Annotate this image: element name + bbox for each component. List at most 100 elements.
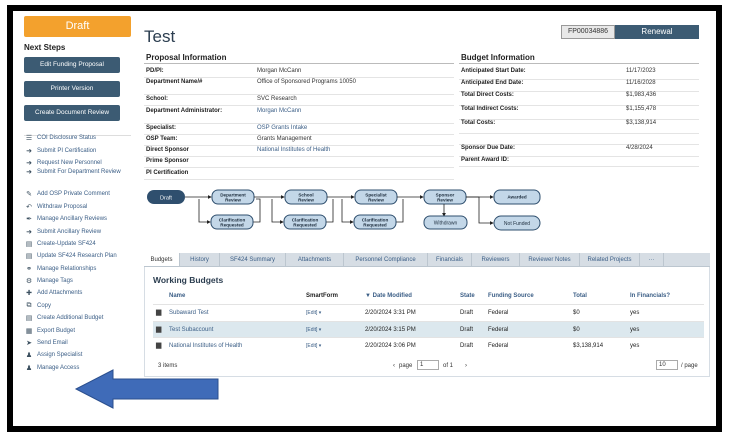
export-icon: ▦ bbox=[25, 327, 33, 335]
annotation-arrow bbox=[74, 369, 219, 409]
column-header[interactable]: Funding Source bbox=[488, 293, 534, 299]
step-item[interactable]: ▦ Export Budget bbox=[25, 324, 137, 336]
printer-version-button[interactable]: Printer Version bbox=[24, 81, 120, 97]
step-item[interactable]: ⧉ Copy bbox=[25, 300, 137, 312]
info-key: Direct Sponsor bbox=[146, 147, 190, 154]
step-item[interactable]: ▤ Create-Update SF424 bbox=[25, 238, 137, 250]
info-value[interactable]: OSP Grants Intake bbox=[257, 125, 367, 132]
info-key: OSP Team: bbox=[146, 136, 178, 142]
page-prev-icon[interactable]: ‹ bbox=[393, 363, 395, 369]
step-item[interactable]: ♟ Assign Specialist bbox=[25, 349, 137, 361]
step-label: Manage Tags bbox=[37, 278, 73, 285]
budget-name-link[interactable]: Test Subaccount bbox=[169, 327, 213, 333]
workflow-node-school-review-label: School Review bbox=[298, 192, 314, 202]
budget-value: 11/17/2023 bbox=[626, 68, 656, 74]
step-item[interactable]: ✒ Manage Ancillary Reviews bbox=[25, 213, 137, 225]
step-item[interactable]: ☰ COI Disclosure Status bbox=[25, 132, 137, 144]
pagination: 3 items ‹ page 1 of 1 › 10 / page bbox=[153, 360, 704, 374]
page-input[interactable]: 1 bbox=[417, 360, 439, 370]
proposal-type-badge: Renewal bbox=[615, 25, 699, 39]
cell-source: Federal bbox=[488, 326, 509, 333]
tab-related-projects[interactable]: Related Projects bbox=[580, 253, 640, 266]
info-row: Direct Sponsor National Institutes of Hea… bbox=[144, 147, 454, 158]
step-label: Create-Update SF424 bbox=[37, 240, 96, 247]
column-header[interactable]: ▼ Date Modified bbox=[365, 293, 412, 299]
edit-menu[interactable]: [Edit] ▾ bbox=[306, 343, 321, 349]
table-row[interactable]: ▆ National Institutes of Health [Edit] ▾ 2/… bbox=[153, 337, 704, 353]
step-label: Send Email bbox=[37, 340, 68, 347]
step-label: Manage Ancillary Reviews bbox=[37, 216, 108, 223]
page-of-label: of 1 bbox=[443, 363, 454, 369]
step-item[interactable]: ⚙ Manage Tags bbox=[25, 275, 137, 287]
step-item[interactable]: ➜ Submit For Department Review bbox=[25, 169, 137, 188]
budget-key: Total Indirect Costs: bbox=[461, 106, 519, 112]
arrow-right-icon: ➜ bbox=[26, 228, 32, 236]
copy-icon: ⧉ bbox=[26, 301, 32, 309]
step-item[interactable]: ↶ Withdraw Proposal bbox=[25, 201, 137, 213]
step-item[interactable]: ➜ Request New Personnel bbox=[25, 157, 137, 169]
column-header[interactable]: Name bbox=[169, 293, 185, 299]
table-row[interactable]: ▆ Test Subaccount [Edit] ▾ 2/20/2024 3:15 P… bbox=[153, 320, 704, 337]
column-header[interactable]: SmartForm bbox=[306, 293, 338, 299]
page-title: Test bbox=[144, 27, 176, 46]
step-item[interactable]: ✚ Add Attachments bbox=[25, 287, 137, 299]
edit-menu[interactable]: [Edit] ▾ bbox=[306, 310, 321, 316]
folder-icon: ▆ bbox=[156, 342, 162, 349]
page-next-icon[interactable]: › bbox=[465, 363, 467, 369]
tab-budgets[interactable]: Budgets bbox=[144, 253, 180, 266]
info-row: OSP Team: Grants Management bbox=[144, 136, 454, 146]
budget-value: $3,138,914 bbox=[626, 120, 657, 126]
cell-date: 2/20/2024 3:15 PM bbox=[365, 326, 416, 333]
cell-total: $3,138,914 bbox=[573, 343, 604, 349]
tab-attachments[interactable]: Attachments bbox=[286, 253, 344, 266]
tab-financials[interactable]: Financials bbox=[428, 253, 472, 266]
tab-reviewer-notes[interactable]: Reviewer Notes bbox=[520, 253, 580, 266]
per-page-input[interactable]: 10 bbox=[656, 360, 678, 370]
info-value[interactable]: National Institutes of Health bbox=[257, 147, 367, 154]
cell-total: $0 bbox=[573, 326, 580, 333]
budget-name-link[interactable]: Subaward Test bbox=[169, 310, 209, 316]
step-item[interactable]: ⚭ Manage Relationships bbox=[25, 263, 137, 275]
column-header[interactable]: In Financials? bbox=[630, 293, 670, 299]
step-label: Submit For Department Review bbox=[37, 169, 121, 176]
budget-key: Total Direct Costs: bbox=[461, 92, 514, 98]
edit-menu[interactable]: [Edit] ▾ bbox=[306, 327, 321, 333]
tab-personnel-compliance[interactable]: Personnel Compliance bbox=[344, 253, 428, 266]
column-header[interactable]: Total bbox=[573, 293, 587, 299]
arrow-right-icon: ➜ bbox=[26, 169, 32, 177]
step-item[interactable]: ▤ Update SF424 Research Plan bbox=[25, 250, 137, 262]
left-panel: Draft Next Steps Edit Funding Proposal P… bbox=[24, 16, 131, 121]
create-document-review-button[interactable]: Create Document Review bbox=[24, 105, 120, 121]
tab-[interactable]: ··· bbox=[640, 253, 664, 266]
tab-sf424-summary[interactable]: SF424 Summary bbox=[220, 253, 286, 266]
info-value: SVC Research bbox=[257, 96, 297, 103]
budget-row: Anticipated Start Date: 11/17/2023 bbox=[459, 68, 699, 80]
table-row[interactable]: ▆ Subaward Test [Edit] ▾ 2/20/2024 3:31 PM D… bbox=[153, 304, 704, 320]
cell-state: Draft bbox=[460, 343, 474, 349]
workflow-clarification-requested-label: Clarification Requested bbox=[292, 217, 319, 227]
tab-reviewers[interactable]: Reviewers bbox=[472, 253, 520, 266]
tab-history[interactable]: History bbox=[180, 253, 220, 266]
budget-row: Parent Award ID: bbox=[459, 157, 699, 167]
info-key: Specialist: bbox=[146, 124, 177, 131]
info-key: Department Administrator: bbox=[146, 107, 223, 114]
users-icon: ♟ bbox=[25, 364, 33, 372]
step-item[interactable]: ▤ Create Additional Budget bbox=[25, 312, 137, 324]
edit-funding-proposal-button[interactable]: Edit Funding Proposal bbox=[24, 57, 120, 73]
budget-value: 4/28/2024 bbox=[626, 145, 653, 151]
column-header[interactable]: State bbox=[460, 293, 475, 299]
info-row: PD/PI: Morgan McCann bbox=[144, 68, 454, 78]
proposal-id-badge: FP00034886 bbox=[561, 25, 615, 39]
info-value: Morgan McCann bbox=[257, 68, 302, 74]
cell-date: 2/20/2024 3:31 PM bbox=[365, 310, 416, 316]
info-row: Prime Sponsor bbox=[144, 158, 454, 169]
info-value[interactable]: Morgan McCann bbox=[257, 108, 367, 115]
folder-icon: ▆ bbox=[156, 325, 162, 333]
step-item[interactable]: ➜ Submit PI Certification bbox=[25, 144, 137, 156]
step-item[interactable]: ➤ Send Email bbox=[25, 337, 137, 349]
budget-key: Parent Award ID: bbox=[461, 157, 510, 163]
cell-fin: yes bbox=[630, 310, 640, 316]
step-item[interactable]: ✎ Add OSP Private Comment bbox=[25, 188, 137, 200]
step-item[interactable]: ➜ Submit Ancillary Review bbox=[25, 225, 137, 237]
budget-name-link[interactable]: National Institutes of Health bbox=[169, 343, 242, 349]
